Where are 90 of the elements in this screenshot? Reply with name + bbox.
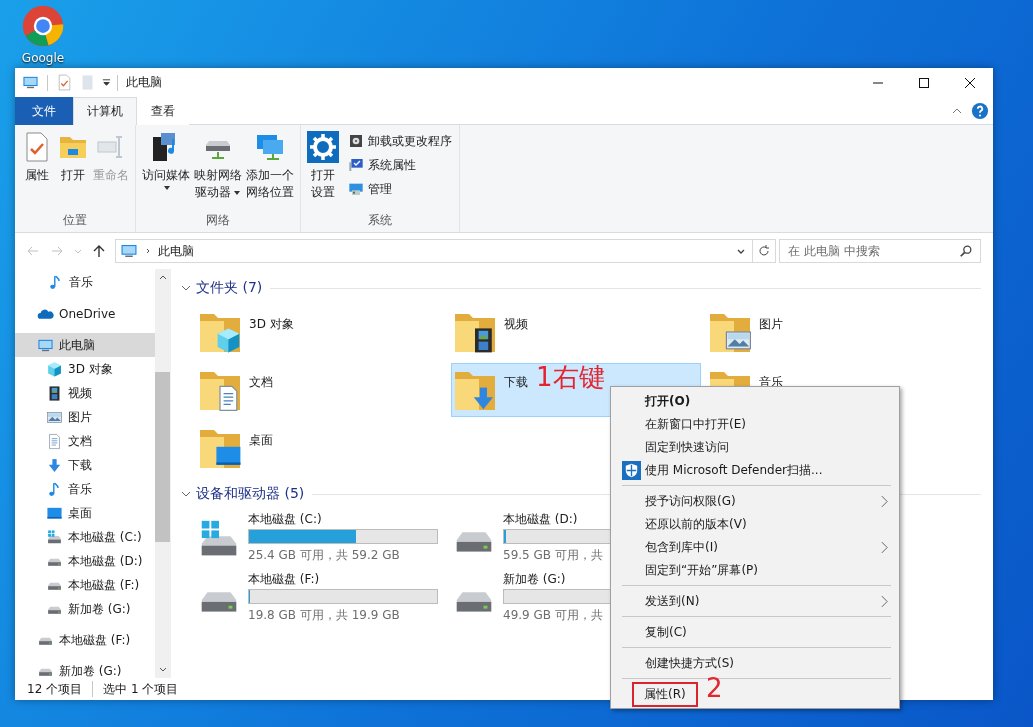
menu-item[interactable]: 创建快捷方式(S) xyxy=(645,655,734,672)
up-arrow-icon[interactable] xyxy=(91,243,107,259)
selection-count: 选中 1 个项目 xyxy=(103,680,179,698)
search-field[interactable]: 在 此电脑 中搜索 xyxy=(779,239,981,263)
ribbon-button[interactable]: 打开 设置 xyxy=(305,129,341,210)
menu-item[interactable]: 固定到快速访问 xyxy=(645,439,729,456)
help-icon[interactable] xyxy=(971,101,989,120)
menu-item[interactable]: 固定到“开始”屏幕(P) xyxy=(645,562,759,579)
menu-item[interactable]: 属性(R) xyxy=(632,682,698,707)
collapse-chevron-icon[interactable] xyxy=(181,489,191,499)
ribbon-button[interactable]: 打开 xyxy=(55,129,91,210)
window-title: 此电脑 xyxy=(126,74,162,91)
cube-icon xyxy=(46,360,63,378)
callout-text: 2 xyxy=(706,673,723,703)
scrollbar[interactable] xyxy=(155,269,170,678)
menu-item[interactable]: 发送到(N) xyxy=(645,593,700,610)
ribbon-small-button[interactable]: 系统属性 xyxy=(345,153,455,177)
sidebar-item[interactable]: 文档 xyxy=(15,429,155,453)
system-properties-icon xyxy=(348,157,364,173)
ribbon-tab[interactable]: 文件 xyxy=(15,97,73,125)
folder-name: 文档 xyxy=(249,374,273,391)
ribbon-small-button[interactable]: 管理 xyxy=(345,177,455,201)
sidebar-item[interactable]: 此电脑 xyxy=(15,333,155,357)
sidebar-item[interactable]: 音乐 xyxy=(15,477,155,501)
dropdown-caret-icon[interactable] xyxy=(102,78,111,87)
document-icon xyxy=(46,432,63,450)
folder-item[interactable]: 图片 xyxy=(706,305,956,359)
free-space-text: 49.9 GB 可用，共 xyxy=(503,607,604,624)
free-space-text: 25.4 GB 可用，共 59.2 GB xyxy=(248,547,401,564)
menu-item[interactable]: 包含到库中(I) xyxy=(645,539,718,556)
ribbon-small-button[interactable]: 卸载或更改程序 xyxy=(345,129,455,153)
browser-icon[interactable] xyxy=(21,4,65,48)
sidebar-item[interactable]: 下载 xyxy=(15,453,155,477)
drive-name[interactable]: 本地磁盘 (C:) xyxy=(248,511,438,528)
sidebar-item[interactable]: 音乐 xyxy=(15,269,155,295)
settings-icon xyxy=(307,131,339,163)
menu-item[interactable]: 授予访问权限(G) xyxy=(645,493,736,510)
breadcrumb[interactable]: 此电脑 xyxy=(158,242,194,260)
folder-name: 视频 xyxy=(504,316,528,333)
sidebar-item[interactable]: 本地磁盘 (F:) xyxy=(15,573,155,597)
menu-item[interactable]: 打开(O) xyxy=(645,393,691,410)
drive-name[interactable]: 本地磁盘 (F:) xyxy=(248,571,438,588)
folder-item[interactable]: 3D 对象 xyxy=(196,305,446,359)
free-space-text: 19.8 GB 可用，共 19.9 GB xyxy=(248,607,401,624)
ribbon-button[interactable]: 添加一个 网络位置 xyxy=(244,129,296,210)
ribbon-group-label: 位置 xyxy=(62,212,88,229)
section-heading: 设备和驱动器 (5) xyxy=(196,485,305,503)
ribbon-group-label: 网络 xyxy=(205,212,231,229)
menu-item[interactable]: 使用 Microsoft Defender扫描... xyxy=(645,462,823,479)
menu-item[interactable]: 还原以前的版本(V) xyxy=(645,516,747,533)
sidebar-item[interactable]: 新加卷 (G:) xyxy=(15,597,155,621)
search-icon xyxy=(959,244,973,258)
ribbon-button[interactable]: 属性 xyxy=(19,129,55,210)
sidebar-item[interactable]: 桌面 xyxy=(15,501,155,525)
sidebar-item[interactable]: OneDrive xyxy=(15,302,155,326)
breadcrumb-chevron-icon xyxy=(144,247,152,255)
dropdown-caret-icon xyxy=(233,188,241,197)
menu-item[interactable]: 复制(C) xyxy=(645,624,687,641)
ribbon-button[interactable]: 访问媒体 xyxy=(140,129,192,210)
ribbon-button[interactable]: 映射网络 驱动器 xyxy=(192,129,244,210)
folder-name: 图片 xyxy=(759,316,783,333)
collapse-chevron-icon[interactable] xyxy=(181,283,191,293)
folder-name: 3D 对象 xyxy=(249,316,294,333)
menu-item[interactable]: 在新窗口中打开(E) xyxy=(645,416,746,433)
monitor-icon xyxy=(22,74,39,91)
section-heading: 文件夹 (7) xyxy=(196,279,263,297)
folder-item[interactable]: 桌面 xyxy=(196,421,446,475)
folder-item[interactable]: 视频 xyxy=(451,305,701,359)
address-bar[interactable]: 此电脑 xyxy=(115,239,776,263)
checked-document-icon[interactable] xyxy=(56,74,73,91)
sidebar-item[interactable]: 图片 xyxy=(15,405,155,429)
dropdown-caret-icon xyxy=(163,184,171,192)
sidebar-item[interactable]: 本地磁盘 (D:) xyxy=(15,549,155,573)
scroll-thumb[interactable] xyxy=(155,372,170,542)
folder-item[interactable]: 文档 xyxy=(196,363,446,417)
folder-name: 桌面 xyxy=(249,432,273,449)
sidebar-item[interactable]: 本地磁盘 (C:) xyxy=(15,525,155,549)
system-drive-icon xyxy=(46,528,63,546)
monitor-icon xyxy=(120,242,138,260)
download-arrow-icon xyxy=(46,456,63,474)
computer-management-icon xyxy=(348,181,364,197)
sidebar-item[interactable]: 3D 对象 xyxy=(15,357,155,381)
item-count: 12 个项目 xyxy=(27,680,83,698)
folder-name: 下载 xyxy=(504,374,528,391)
ribbon-tab[interactable]: 计算机 xyxy=(73,97,137,125)
sidebar-item[interactable]: 本地磁盘 (F:) xyxy=(15,628,155,652)
sidebar-item[interactable]: 新加卷 (G:) xyxy=(15,659,155,678)
callout-text: 1右键 xyxy=(536,362,605,392)
ribbon-group-label: 系统 xyxy=(367,212,393,229)
sidebar-item[interactable]: 视频 xyxy=(15,381,155,405)
